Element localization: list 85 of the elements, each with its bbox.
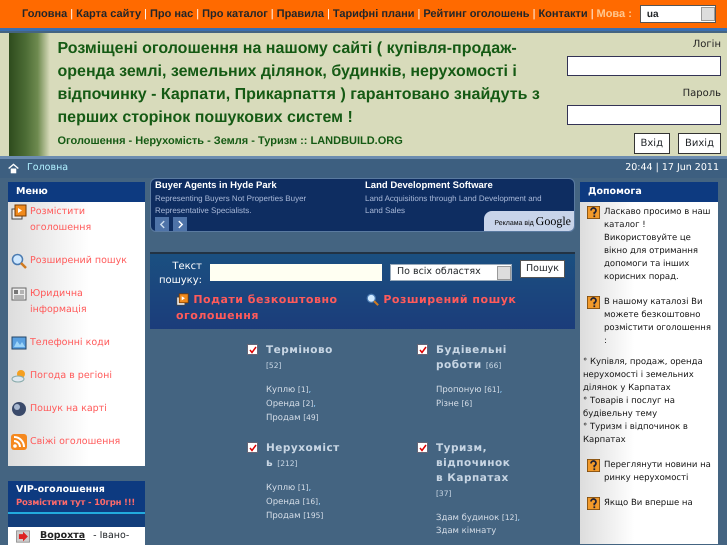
- nav-link[interactable]: Тарифні плани: [332, 6, 414, 22]
- help-icon: [587, 296, 600, 309]
- password-field[interactable]: [567, 105, 721, 125]
- date-time: 20:44 | 17 Jun 2011: [625, 161, 719, 176]
- search-icon: [11, 253, 27, 269]
- previous-button[interactable]: [155, 217, 169, 231]
- menu-link[interactable]: Телефонні коди: [11, 335, 142, 351]
- help-bullet: ° Туризм і відпочинок в Карпатах: [583, 421, 689, 447]
- checkmark-icon: [248, 346, 256, 354]
- checkmark-icon: [248, 444, 256, 452]
- checkbox[interactable]: [417, 442, 428, 453]
- checkmark-icon: [418, 346, 426, 354]
- menu-link[interactable]: Розмістити оголошення: [11, 204, 142, 236]
- box-title: Меню: [8, 182, 145, 202]
- language-label: Мова :: [596, 6, 632, 22]
- help-bullet: ° Товарів і послуг на будівельну тему: [583, 395, 676, 421]
- login-label: Логін: [692, 38, 721, 52]
- separator: |: [417, 6, 420, 22]
- chevron-right-icon: [176, 220, 184, 229]
- document-icon: [176, 293, 189, 306]
- menu-link[interactable]: Юридична інформація: [11, 286, 142, 318]
- form-button[interactable]: Вхід: [634, 133, 670, 154]
- search-field[interactable]: [210, 264, 382, 281]
- next-button[interactable]: [173, 217, 187, 231]
- document-icon: [11, 204, 27, 220]
- listing-text: - Івано-: [93, 529, 130, 543]
- separator: |: [196, 6, 200, 22]
- language-select[interactable]: ua: [640, 5, 716, 23]
- help-icon: [587, 497, 600, 510]
- headline: Розміщені оголошення на нашому сайті ( купівля-продаж-оренда землі, земельних ділянок, будинків, нерухомості і відпочинку - Карпати, Прикарпаття ) гарантовано знайдуть з перших сторінок пошукових систем !: [58, 39, 541, 128]
- separator: |: [532, 6, 536, 22]
- home-icon: [8, 163, 19, 174]
- nav-link[interactable]: Головна: [22, 6, 68, 22]
- nav-link[interactable]: Рейтинг оголошень: [423, 6, 530, 22]
- nav-link[interactable]: Про нас: [150, 6, 194, 22]
- language-value: ua: [646, 8, 659, 22]
- separator: |: [70, 6, 74, 22]
- menu-link[interactable]: Свіжі оголошення: [11, 434, 142, 450]
- ad-text: Representing Buyers Not Properties Buyer Representative Specialists.: [155, 193, 308, 218]
- region-select[interactable]: По всіх областях: [390, 264, 512, 281]
- help-text: Ласкаво просимо в наш каталог ! Використовуйте це вікно для отримання допомоги та інших корисних порад.: [604, 206, 712, 284]
- checkmark-icon: [418, 444, 426, 452]
- help-text: Переглянути новини на ринку нерухомості: [604, 459, 712, 485]
- checkbox[interactable]: [247, 442, 258, 453]
- checkbox[interactable]: [417, 344, 428, 355]
- menu-link[interactable]: Розширений пошук: [11, 253, 142, 269]
- globe-icon: [11, 401, 27, 417]
- help-icon: [587, 459, 600, 472]
- checkbox[interactable]: [247, 344, 258, 355]
- search-icon: [366, 293, 379, 306]
- map-icon: [11, 335, 27, 351]
- sun-cloud-icon: [11, 368, 27, 384]
- box-title: Допомога: [580, 182, 718, 202]
- breadcrumb-link[interactable]: Головна: [27, 161, 68, 176]
- separator: |: [327, 6, 330, 22]
- password-label: Пароль: [682, 87, 721, 101]
- ad-title[interactable]: Buyer Agents in Hyde Park: [155, 179, 357, 194]
- subcategory-link[interactable]: Здам кімнату: [436, 525, 520, 538]
- separator: |: [590, 6, 594, 22]
- listing-link[interactable]: Ворохта: [40, 529, 86, 544]
- nav-link[interactable]: Контакти: [538, 6, 588, 22]
- menu-link[interactable]: Погода в регіоні: [11, 368, 142, 384]
- search-link[interactable]: Розширений пошук: [366, 292, 566, 324]
- box-title: VIP-оголошення: [16, 483, 106, 497]
- search-button[interactable]: Пошук: [520, 260, 566, 278]
- separator: |: [270, 6, 274, 22]
- form-button[interactable]: Вихід: [678, 133, 721, 154]
- chevron-left-icon: [158, 220, 166, 229]
- vip-promo[interactable]: Розмістити тут - 10грн !!!: [16, 497, 137, 510]
- rss-icon: [11, 434, 27, 450]
- nav-link[interactable]: Карта сайту: [76, 6, 142, 22]
- login-field[interactable]: [567, 56, 721, 76]
- nav-link[interactable]: Про каталог: [202, 6, 268, 22]
- separator: |: [144, 6, 147, 22]
- search-link[interactable]: Подати безкоштовно оголошення: [176, 292, 366, 324]
- help-text: Якщо Ви вперше на: [604, 497, 693, 510]
- help-text: В нашому каталозі Ви можете безкоштовно розмістити оголошення :: [604, 296, 712, 348]
- help-icon: [587, 206, 600, 219]
- tagline: Оголошення - Нерухомість - Земля - Туризм :: LANDBUILD.ORG: [58, 134, 404, 149]
- newspaper-icon: [11, 286, 27, 302]
- nav-link[interactable]: Правила: [276, 6, 324, 22]
- help-bullet: ° Купівля, продаж, оренда нерухомості і земельних ділянок у Карпатах: [583, 356, 704, 395]
- search-label: Текст пошуку:: [158, 260, 202, 288]
- ad-title[interactable]: Land Development Software: [365, 179, 557, 194]
- menu-link[interactable]: Пошук на карті: [11, 401, 142, 417]
